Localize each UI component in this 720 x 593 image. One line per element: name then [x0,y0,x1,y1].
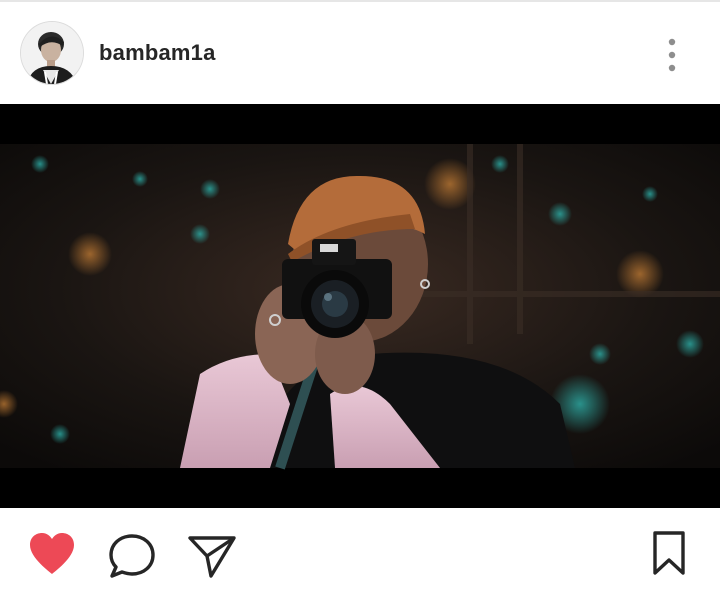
share-button[interactable] [186,532,238,580]
comment-button[interactable] [108,532,158,580]
post-header: bambam1a [0,2,720,104]
post-video[interactable] [0,104,720,508]
like-button[interactable] [26,530,78,578]
send-paper-plane-icon [188,536,236,578]
heart-filled-icon [30,533,74,574]
save-button[interactable] [650,530,688,576]
more-options-button[interactable] [656,34,688,76]
avatar[interactable] [21,22,83,84]
bookmark-icon [653,531,685,575]
avatar-image [21,22,83,84]
video-frame [0,104,720,508]
username[interactable]: bambam1a [99,40,216,66]
comment-bubble-icon [109,534,155,578]
more-vertical-icon [668,38,676,72]
